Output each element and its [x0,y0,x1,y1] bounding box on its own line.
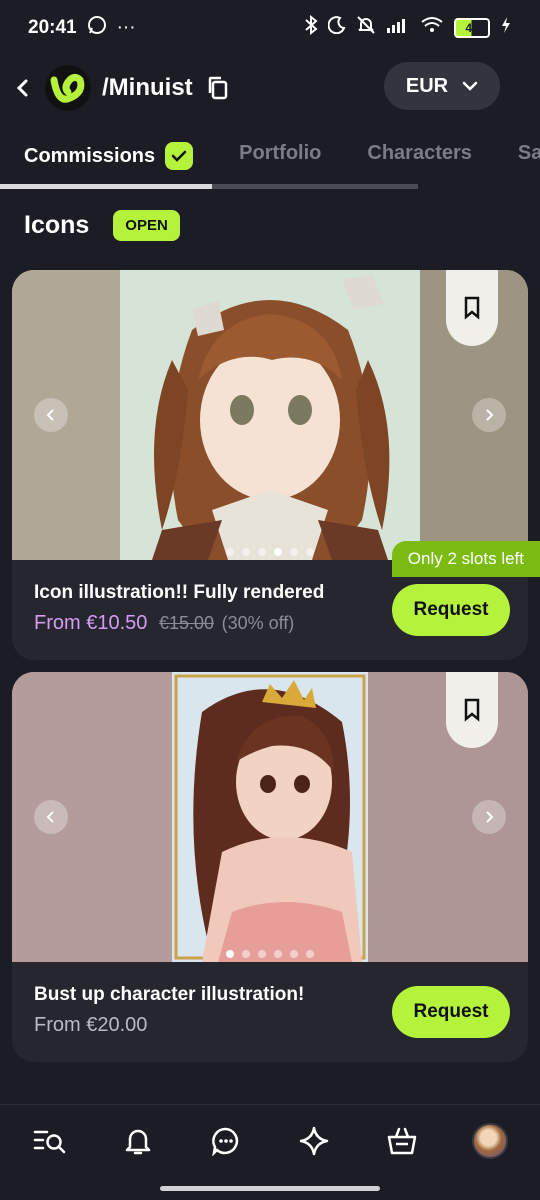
mute-bell-icon [356,15,376,41]
search-list-icon[interactable] [30,1121,70,1161]
chevron-down-icon [462,81,478,91]
tab-partial[interactable]: Sa [518,130,540,177]
profile-tabs: Commissions Portfolio Characters Sa [0,130,540,190]
card-price: From €20.00 [34,1014,148,1036]
tab-indicator [0,184,212,189]
carousel-next-button[interactable] [472,398,506,432]
bookmark-icon [464,296,480,320]
tab-commissions[interactable]: Commissions [24,130,194,182]
home-indicator [160,1186,380,1191]
bell-icon[interactable] [118,1121,158,1161]
whatsapp-icon [87,15,107,41]
commission-card[interactable]: Icon illustration!! Fully rendered From … [12,270,528,660]
back-arrow-icon [16,79,28,97]
avatar[interactable] [470,1121,510,1161]
status-time: 20:41 [28,17,77,38]
more-dots: ··· [116,17,136,38]
copy-icon[interactable] [205,75,231,101]
basket-icon[interactable] [382,1121,422,1161]
bookmark-button[interactable] [446,270,498,346]
section-title: Icons [24,211,90,239]
currency-value: EUR [405,74,449,97]
request-button[interactable]: Request [392,584,510,636]
chevron-left-icon [46,811,54,823]
bookmark-button[interactable] [446,672,498,748]
sparkle-icon[interactable] [294,1121,334,1161]
commission-image[interactable] [12,270,528,560]
chevron-right-icon [486,409,494,421]
bluetooth-icon [304,14,318,41]
back-button[interactable] [10,68,34,108]
commission-image[interactable] [12,672,528,962]
signal-icon [386,16,410,40]
carousel-prev-button[interactable] [34,800,68,834]
bookmark-icon [464,698,480,722]
profile-avatar [472,1123,508,1159]
card-price: From €10.50 [34,612,148,634]
tab-portfolio[interactable]: Portfolio [239,130,321,177]
moon-icon [327,16,346,40]
slots-badge: Only 2 slots left [391,541,540,577]
card-body: Bust up character illustration! From €20… [12,962,528,1062]
tab-characters[interactable]: Characters [367,130,472,177]
chat-icon[interactable] [206,1121,246,1161]
status-bar: 20:41 ··· 48 [0,0,540,56]
carousel-dots [226,548,314,556]
chevron-right-icon [486,811,494,823]
carousel-next-button[interactable] [472,800,506,834]
currency-selector[interactable]: EUR [384,62,500,110]
discount-label: (30% off) [221,613,295,633]
chevron-left-icon [46,409,54,421]
carousel-dots [226,950,314,958]
open-badge: OPEN [113,210,180,241]
section-header: Icons OPEN [24,210,180,241]
charging-icon [500,16,512,40]
check-icon [165,142,194,170]
wifi-icon [420,16,444,40]
commission-card[interactable]: Bust up character illustration! From €20… [12,672,528,1062]
carousel-prev-button[interactable] [34,398,68,432]
shop-header: /Minuist EUR [0,60,540,116]
request-button[interactable]: Request [392,986,510,1038]
original-price: €15.00 [158,613,215,633]
shop-name: /Minuist [102,74,193,101]
battery-indicator: 48 [454,18,490,38]
shop-logo[interactable] [44,64,92,112]
